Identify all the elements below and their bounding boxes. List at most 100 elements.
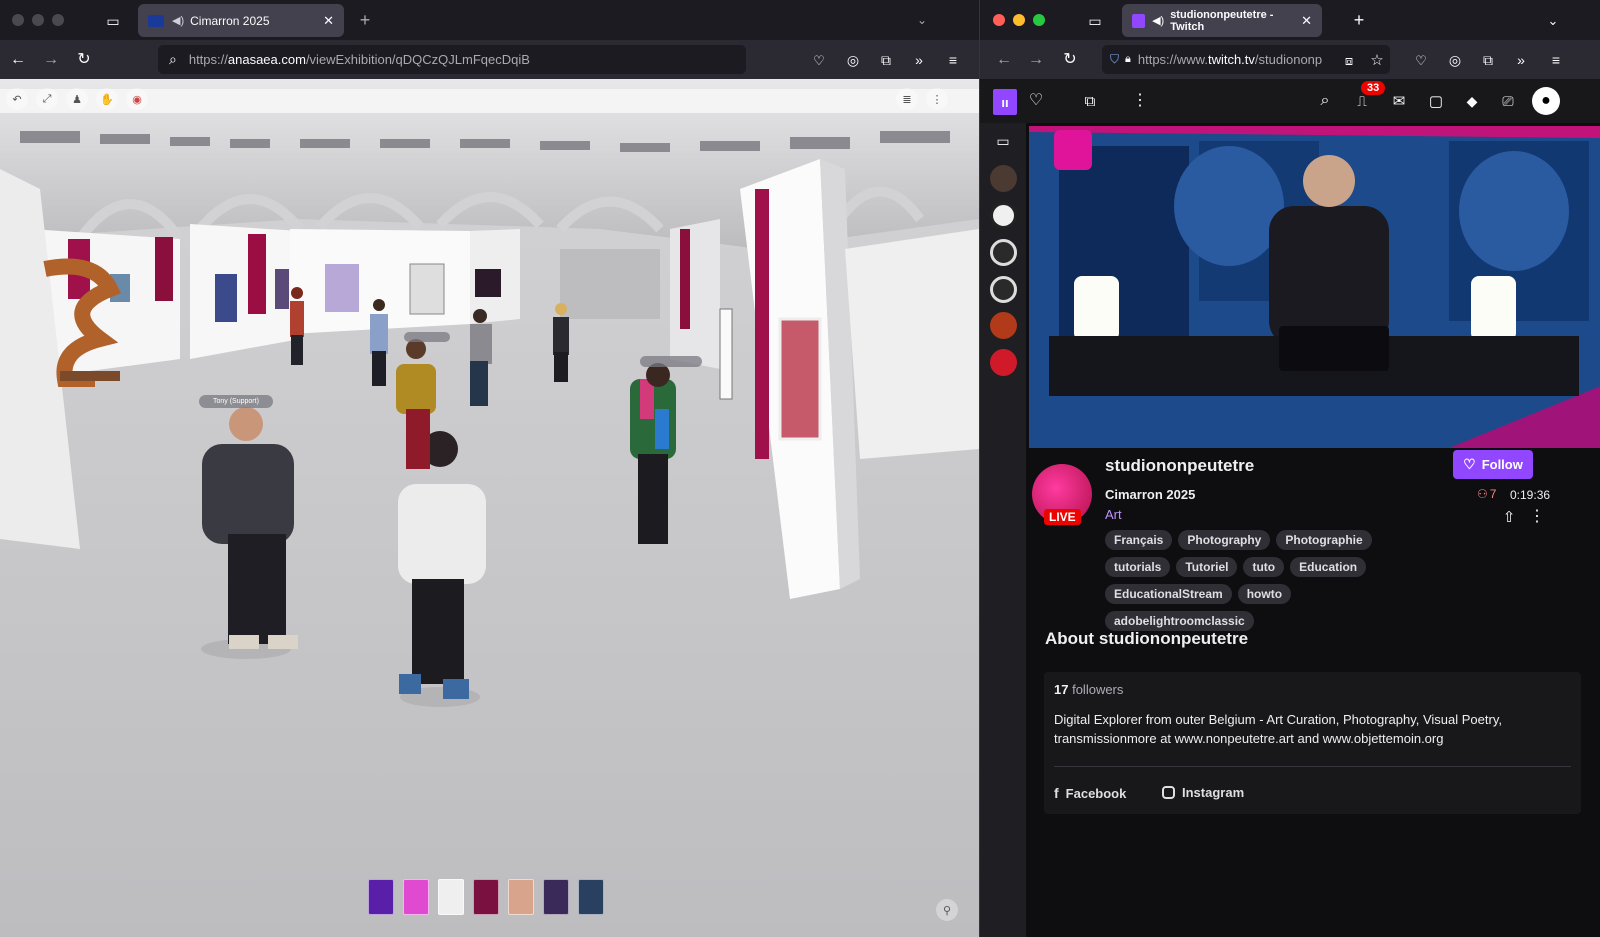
twitch-favicon-icon (1132, 13, 1146, 28)
tab-cimarron[interactable]: ◀) Cimarron 2025 ✕ (138, 4, 344, 37)
share-icon[interactable]: ⇧ (1500, 508, 1518, 526)
channel-info-panel: LIVE studiononpeutetre Cimarron 2025 Art… (1026, 448, 1600, 937)
tag[interactable]: howto (1237, 584, 1292, 604)
notification-count-badge: 33 (1361, 81, 1386, 95)
tag[interactable]: tutorials (1105, 557, 1171, 577)
browse-icon[interactable]: ⧉ (1080, 91, 1100, 111)
followed-channels-sidebar: ▭ (980, 123, 1026, 937)
more-options-icon[interactable]: ⋮ (1528, 508, 1546, 526)
channel-name[interactable]: studiononpeutetre (1105, 456, 1254, 476)
followed-channel-avatar[interactable] (990, 276, 1017, 303)
pocket-icon[interactable]: ♡ (810, 51, 828, 69)
more-options-icon[interactable]: ⋮ (926, 88, 948, 110)
minimize-window-button[interactable] (1013, 14, 1025, 26)
artwork-thumbnail[interactable] (578, 879, 604, 915)
followed-channel-avatar[interactable] (990, 202, 1017, 229)
whispers-icon[interactable]: ▢ (1426, 91, 1446, 111)
list-tabs-chevron-icon[interactable]: ⌄ (913, 11, 931, 29)
twitch-top-nav: ıı ♡ ⧉ ⋮ ⌕ ⎍ 33 ✉ ▢ ◆ ⎚ ● (980, 79, 1600, 123)
stream-category-link[interactable]: Art (1105, 507, 1122, 522)
account-icon[interactable]: ◎ (1446, 51, 1464, 69)
picture-in-picture-icon[interactable]: ⧈ (1340, 51, 1358, 69)
new-tab-button[interactable]: + (1350, 11, 1368, 29)
artwork-thumbnail[interactable] (368, 879, 394, 915)
artwork-thumbnail[interactable] (438, 879, 464, 915)
forward-button[interactable]: → (1026, 50, 1046, 70)
tag[interactable]: EducationalStream (1105, 584, 1232, 604)
menu-icon[interactable]: ≡ (1547, 51, 1565, 69)
overflow-chevrons-icon[interactable]: » (1512, 51, 1530, 69)
tab-overview-icon[interactable]: ▭ (1086, 12, 1104, 30)
close-tab-icon[interactable]: ✕ (323, 13, 334, 29)
back-button[interactable]: ← (994, 50, 1014, 70)
prime-icon[interactable]: ⎚ (1498, 91, 1518, 111)
tag[interactable]: Photographie (1276, 530, 1372, 550)
bookmark-star-icon[interactable]: ☆ (1368, 51, 1386, 69)
followed-channel-avatar[interactable] (990, 349, 1017, 376)
menu-icon[interactable]: ≡ (944, 51, 962, 69)
tab-twitch[interactable]: ◀) studiononpeutetre - Twitch ✕ (1122, 4, 1322, 37)
tag[interactable]: Tutoriel (1176, 557, 1238, 577)
video-camera-icon[interactable]: ▭ (992, 131, 1014, 151)
tab-overview-icon[interactable]: ▭ (104, 12, 122, 30)
inbox-icon[interactable]: ✉ (1389, 91, 1409, 111)
account-icon[interactable]: ◎ (844, 51, 862, 69)
followed-channel-avatar[interactable] (990, 165, 1017, 192)
live-badge: LIVE (1044, 509, 1081, 525)
overflow-chevrons-icon[interactable]: » (910, 51, 928, 69)
reload-button[interactable]: ↻ (1060, 50, 1080, 70)
followed-channel-avatar[interactable] (990, 239, 1017, 266)
speaker-icon[interactable]: ◀) (172, 14, 184, 27)
follow-button[interactable]: ♡ Follow (1453, 450, 1533, 479)
location-pin-icon[interactable]: ⚲ (936, 899, 958, 921)
tag[interactable]: Photography (1178, 530, 1271, 550)
record-icon[interactable]: ◉ (126, 88, 148, 110)
reload-button[interactable]: ↻ (74, 50, 94, 70)
tag[interactable]: adobelightroomclassic (1105, 611, 1254, 631)
search-icon[interactable]: ⌕ (1315, 91, 1335, 111)
video-player[interactable] (1029, 126, 1600, 448)
facebook-link[interactable]: f Facebook (1054, 785, 1126, 801)
speaker-icon[interactable]: ◀) (1152, 14, 1164, 27)
lock-icon: 🔒︎ (1125, 53, 1131, 65)
user-avatar[interactable]: ● (1532, 87, 1560, 115)
bits-icon[interactable]: ◆ (1462, 91, 1482, 111)
minimize-window-button[interactable] (32, 14, 44, 26)
forward-button[interactable]: → (41, 50, 61, 70)
stream-tags: Français Photography Photographie tutorials… (1105, 530, 1445, 638)
close-window-button[interactable] (12, 14, 24, 26)
tag[interactable]: Français (1105, 530, 1173, 550)
instagram-link[interactable]: Instagram (1162, 785, 1244, 800)
twitch-logo-icon[interactable]: ıı (993, 89, 1017, 115)
zoom-window-button[interactable] (1033, 14, 1045, 26)
close-tab-icon[interactable]: ✕ (1301, 13, 1312, 29)
new-tab-button[interactable]: + (356, 11, 374, 29)
close-window-button[interactable] (993, 14, 1005, 26)
followed-channel-avatar[interactable] (990, 312, 1017, 339)
avatar-icon[interactable]: ♟ (66, 88, 88, 110)
extensions-icon[interactable]: ⧉ (1479, 51, 1497, 69)
back-button[interactable]: ← (8, 50, 28, 70)
expand-icon[interactable]: ⤢ (36, 88, 58, 110)
list-icon[interactable]: ≣ (896, 88, 918, 110)
zoom-window-button[interactable] (52, 14, 64, 26)
more-icon[interactable]: ⋮ (1130, 91, 1150, 111)
artwork-thumbnail[interactable] (543, 879, 569, 915)
url-prefix: https://www. (1137, 52, 1208, 67)
artwork-thumbnail[interactable] (403, 879, 429, 915)
left-address-bar[interactable]: ⌕ https://anasaea.com/viewExhibition/qDQ… (158, 45, 746, 74)
stream-title: Cimarron 2025 (1105, 487, 1196, 502)
undo-icon[interactable]: ↶ (6, 88, 28, 110)
artwork-thumbnail-strip (368, 879, 604, 915)
pocket-icon[interactable]: ♡ (1412, 51, 1430, 69)
tag[interactable]: tuto (1243, 557, 1285, 577)
tag[interactable]: Education (1290, 557, 1367, 577)
extensions-icon[interactable]: ⧉ (877, 51, 895, 69)
left-nav-toolbar: ← → ↻ ⌕ https://anasaea.com/viewExhibiti… (0, 40, 979, 79)
list-tabs-chevron-icon[interactable]: ⌄ (1544, 11, 1562, 29)
gesture-icon[interactable]: ✋ (96, 88, 118, 110)
artwork-thumbnail[interactable] (508, 879, 534, 915)
artwork-thumbnail[interactable] (473, 879, 499, 915)
following-heart-icon[interactable]: ♡ (1026, 91, 1046, 111)
3d-gallery-viewport[interactable]: ↶ ⤢ ♟ ✋ ◉ ≣ ⋮ Tony (Support) ⚲ (0, 79, 979, 937)
